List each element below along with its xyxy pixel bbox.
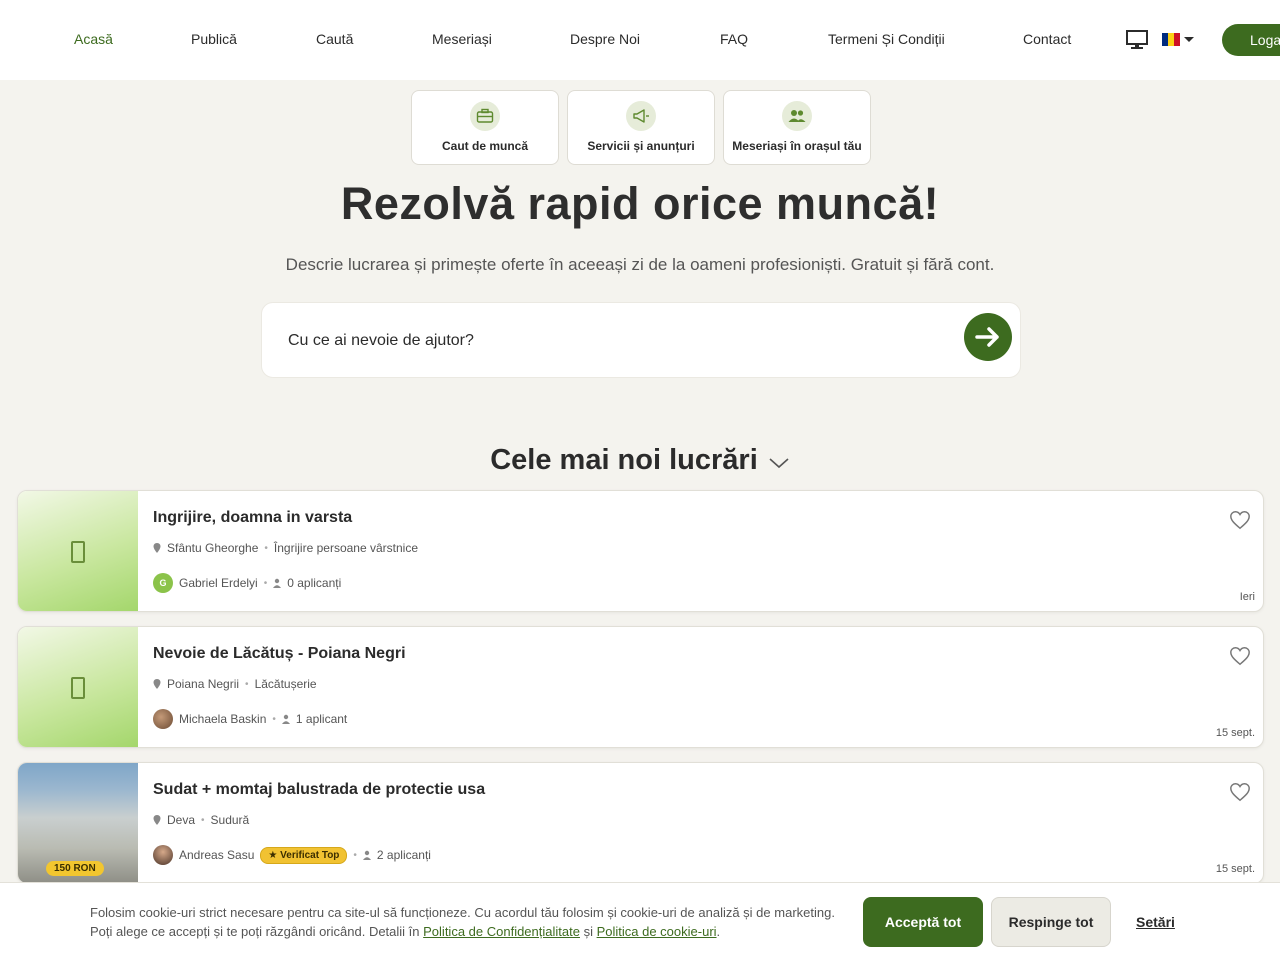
separator-dot: • [263, 577, 268, 589]
user-name[interactable]: Andreas Sasu [179, 848, 254, 862]
category-label: Meseriași în orașul tău [732, 139, 862, 153]
applicants-icon [273, 578, 282, 588]
search-input[interactable] [288, 325, 938, 357]
section-title[interactable]: Cele mai noi lucrări [0, 444, 1280, 478]
placeholder-icon [71, 541, 85, 563]
job-date: Ieri [1239, 591, 1255, 603]
cookie-text-end: . [716, 924, 721, 939]
job-date: 15 sept. [1215, 727, 1255, 739]
chevron-down-icon[interactable] [768, 445, 790, 478]
hero-subtitle: Descrie lucrarea și primește oferte în a… [285, 255, 995, 274]
separator-dot: • [264, 542, 268, 554]
verified-top-badge: ★ Verificat Top [260, 846, 348, 864]
job-user: Michaela Baskin • 1 aplicant [153, 709, 347, 729]
applicants-icon [281, 714, 290, 724]
cookie-settings-link[interactable]: Setări [1136, 914, 1175, 930]
applicant-count: 0 aplicanți [287, 576, 342, 590]
job-title[interactable]: Sudat + momtaj balustrada de protectie u… [153, 781, 485, 799]
search-submit-button[interactable] [964, 313, 1012, 361]
reject-all-button[interactable]: Respinge tot [991, 897, 1111, 947]
location-pin-icon [153, 815, 161, 825]
job-card[interactable]: 150 RON Sudat + momtaj balustrada de pro… [17, 762, 1264, 884]
job-photo: 150 RON [18, 763, 138, 883]
job-category: Îngrijire persoane vârstnice [273, 541, 418, 555]
login-button[interactable]: Loga [1222, 24, 1280, 56]
applicant-count: 2 aplicanți [376, 848, 431, 862]
job-thumbnail [18, 491, 138, 611]
arrow-right-icon [975, 327, 999, 347]
category-local-craftsmen[interactable]: Meseriași în orașul tău [723, 90, 871, 165]
nav-publish[interactable]: Publică [191, 31, 237, 47]
job-location: Poiana Negrii [167, 677, 240, 691]
hero-title: Rezolvă rapid orice muncă! [340, 178, 940, 229]
avatar [153, 845, 173, 865]
job-thumbnail [18, 627, 138, 747]
heart-icon[interactable] [1229, 645, 1251, 667]
separator-dot: • [353, 849, 357, 861]
top-navigation: Acasă Publică Caută Meseriași Despre Noi… [0, 0, 1280, 80]
job-location: Deva [167, 813, 196, 827]
job-card[interactable]: Nevoie de Lăcătuș - Poiana Negri Poiana … [17, 626, 1264, 748]
job-card[interactable]: Ingrijire, doamna in varsta Sfântu Gheor… [17, 490, 1264, 612]
job-meta: Sfântu Gheorghe • Îngrijire persoane vâr… [153, 541, 418, 555]
job-location: Sfântu Gheorghe [167, 541, 259, 555]
applicants-icon [362, 850, 371, 860]
heart-icon[interactable] [1229, 509, 1251, 531]
location-pin-icon [153, 679, 161, 689]
user-name[interactable]: Gabriel Erdelyi [179, 576, 258, 590]
megaphone-icon [626, 101, 656, 131]
monitor-icon[interactable] [1125, 29, 1149, 51]
separator-dot: • [272, 713, 276, 725]
location-pin-icon [153, 543, 161, 553]
placeholder-icon [71, 677, 85, 699]
job-user: Andreas Sasu ★ Verificat Top • 2 aplican… [153, 845, 431, 865]
job-meta: Poiana Negrii • Lăcătușerie [153, 677, 317, 691]
romania-flag-icon[interactable] [1162, 33, 1180, 46]
cookie-policy-link[interactable]: Politica de cookie-uri [597, 924, 717, 939]
user-name[interactable]: Michaela Baskin [179, 712, 266, 726]
cookie-banner: Folosim cookie-uri strict necesare pentr… [0, 882, 1280, 960]
nav-home[interactable]: Acasă [74, 31, 113, 47]
category-label: Servicii și anunțuri [587, 139, 695, 153]
nav-faq[interactable]: FAQ [720, 31, 748, 47]
category-services[interactable]: Servicii și anunțuri [567, 90, 715, 165]
chevron-down-icon[interactable] [1184, 37, 1194, 42]
category-label: Caut de muncă [441, 139, 528, 153]
job-date: 15 sept. [1215, 863, 1255, 875]
applicant-count: 1 aplicant [295, 712, 348, 726]
heart-icon[interactable] [1229, 781, 1251, 803]
avatar: G [153, 573, 173, 593]
nav-about[interactable]: Despre Noi [570, 31, 640, 47]
nav-contact[interactable]: Contact [1023, 31, 1071, 47]
briefcase-icon [470, 101, 500, 131]
job-title[interactable]: Nevoie de Lăcătuș - Poiana Negri [153, 645, 406, 663]
category-job-search[interactable]: Caut de muncă [411, 90, 559, 165]
cookie-text: Folosim cookie-uri strict necesare pentr… [90, 903, 835, 941]
accept-all-button[interactable]: Acceptă tot [863, 897, 983, 947]
nav-search[interactable]: Caută [316, 31, 353, 47]
section-title-text: Cele mai noi lucrări [490, 444, 758, 476]
search-box [261, 302, 1021, 378]
cookie-text-and: și [579, 924, 597, 939]
people-icon [782, 101, 812, 131]
job-user: G Gabriel Erdelyi • 0 aplicanți [153, 573, 341, 593]
nav-terms[interactable]: Termeni Și Condiții [828, 31, 945, 47]
avatar [153, 709, 173, 729]
job-meta: Deva • Sudură [153, 813, 249, 827]
price-tag: 150 RON [46, 861, 104, 876]
job-category: Sudură [210, 813, 250, 827]
separator-dot: • [245, 678, 249, 690]
nav-craftsmen[interactable]: Meseriași [432, 31, 492, 47]
privacy-policy-link[interactable]: Politica de Confidențialitate [423, 924, 580, 939]
separator-dot: • [201, 814, 205, 826]
job-category: Lăcătușerie [254, 677, 317, 691]
job-title[interactable]: Ingrijire, doamna in varsta [153, 509, 352, 527]
